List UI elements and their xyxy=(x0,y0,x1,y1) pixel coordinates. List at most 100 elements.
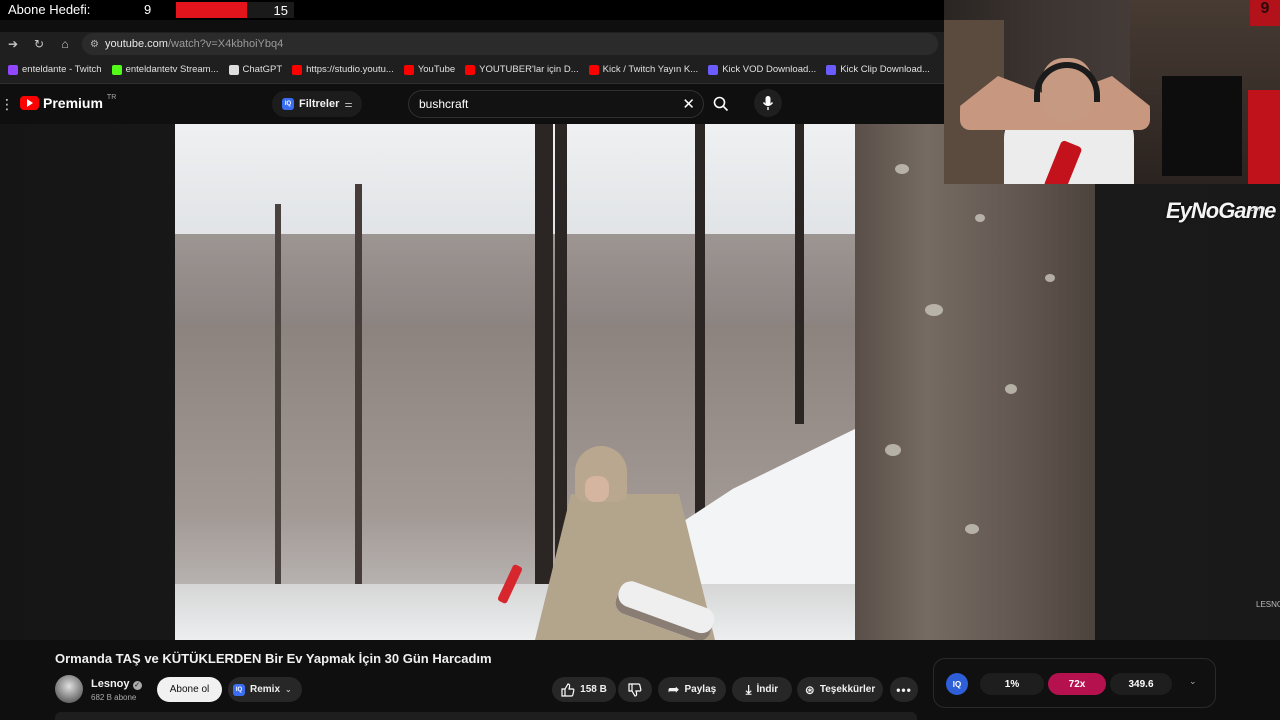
iq-percent[interactable]: 1% xyxy=(980,673,1044,695)
tree-trunk xyxy=(355,184,362,604)
cam-light xyxy=(1248,90,1280,184)
thanks-icon: ⊛ xyxy=(804,682,815,697)
url-host: youtube.com xyxy=(104,38,168,50)
description-box[interactable] xyxy=(55,712,917,720)
goal-label: Abone Hedefi: xyxy=(8,2,91,17)
reload-icon[interactable]: ↻ xyxy=(26,37,52,51)
watermark-suffix: .com xyxy=(1248,204,1266,213)
iq-multiplier[interactable]: 72x xyxy=(1048,673,1106,695)
thumbs-up-icon xyxy=(561,682,575,697)
bookmark-item[interactable]: YouTube xyxy=(403,64,456,75)
menu-icon[interactable]: ⋮ xyxy=(0,96,14,113)
bookmark-label: Kick / Twitch Yayın K... xyxy=(602,64,699,75)
person-face xyxy=(585,476,609,502)
bookmark-favicon-icon xyxy=(588,64,599,75)
clear-search-icon[interactable]: ✕ xyxy=(682,95,695,113)
voice-search-button[interactable] xyxy=(754,89,782,117)
bookmark-item[interactable]: ChatGPT xyxy=(228,64,283,75)
video-corner-logo: LESNOY xyxy=(1256,600,1280,609)
video-title: Ormanda TAŞ ve KÜTÜKLERDEN Bir Ev Yapmak… xyxy=(55,651,492,666)
thumbs-down-icon xyxy=(628,682,642,697)
subscribe-button[interactable]: Abone ol xyxy=(157,677,222,702)
bookmarks-bar: enteldante - Twitch enteldantetv Stream..… xyxy=(0,56,944,84)
bookmark-favicon-icon xyxy=(8,64,18,75)
bookmark-label: YOUTUBER'lar için D... xyxy=(479,64,579,75)
verified-icon: ✓ xyxy=(132,681,142,690)
bookmark-item[interactable]: Kick / Twitch Yayın K... xyxy=(588,64,699,75)
snow-ground xyxy=(175,584,865,640)
bookmark-label: ChatGPT xyxy=(242,64,283,75)
bookmark-label: Kick Clip Download... xyxy=(840,64,930,75)
share-label: Paylaş xyxy=(684,684,717,695)
bookmark-item[interactable]: YOUTUBER'lar için D... xyxy=(465,64,579,75)
channel-name-text: Lesnoy xyxy=(91,678,130,690)
bookmark-label: https://studio.youtu... xyxy=(306,64,394,75)
webcam-overlay: 9 xyxy=(944,0,1280,184)
bookmark-item[interactable]: enteldantetv Stream... xyxy=(111,64,219,75)
bookmark-label: Kick VOD Download... xyxy=(722,64,817,75)
lichen-spot xyxy=(925,304,943,316)
bookmark-item[interactable]: Kick Clip Download... xyxy=(826,64,930,75)
bookmark-item[interactable]: https://studio.youtu... xyxy=(292,64,394,75)
address-bar[interactable]: ⚙ youtube.com/watch?v=X4kbhoiYbq4 xyxy=(82,33,938,55)
lichen-spot xyxy=(975,214,985,222)
bookmark-favicon-icon xyxy=(708,64,719,75)
bookmark-label: enteldantetv Stream... xyxy=(125,64,219,75)
thanks-label: Teşekkürler xyxy=(819,684,876,695)
iq-badge-icon: IQ xyxy=(282,98,294,110)
bookmark-item[interactable]: Kick VOD Download... xyxy=(708,64,816,75)
youtube-premium-logo[interactable]: Premium TR xyxy=(20,93,117,111)
more-actions-button[interactable]: ••• xyxy=(890,677,918,702)
share-icon: ➦ xyxy=(667,681,680,697)
thanks-button[interactable]: ⊛ Teşekkürler xyxy=(797,677,883,702)
like-button[interactable]: 158 B xyxy=(552,677,616,702)
goal-progress-fill xyxy=(176,2,247,18)
tree-trunk xyxy=(275,204,281,604)
lichen-spot xyxy=(1005,384,1017,394)
filters-button[interactable]: IQ Filtreler ⚌ xyxy=(272,91,363,117)
bookmark-label: YouTube xyxy=(417,64,456,75)
headset xyxy=(1034,62,1100,102)
share-button[interactable]: ➦ Paylaş xyxy=(658,677,726,702)
remix-label: Remix xyxy=(250,684,281,695)
forward-icon[interactable]: ➔ xyxy=(0,37,26,51)
subscriber-goal-overlay: Abone Hedefi: 9 15 xyxy=(0,0,944,20)
chevron-down-icon: ⌄ xyxy=(285,685,292,694)
lichen-spot xyxy=(965,524,979,534)
bookmark-item[interactable]: enteldante - Twitch xyxy=(8,64,102,75)
download-button[interactable]: ⤓ İndir xyxy=(732,677,792,702)
iq-value[interactable]: 349.6 xyxy=(1110,673,1172,695)
iq-logo[interactable]: IQ xyxy=(946,673,968,695)
bookmark-favicon-icon xyxy=(826,64,837,75)
bookmark-favicon-icon xyxy=(228,64,239,75)
browser-address-row: ➔ ↻ ⌂ ⚙ youtube.com/watch?v=X4kbhoiYbq4 xyxy=(0,32,944,56)
screen: Abone Hedefi: 9 15 ➔ ↻ ⌂ ⚙ youtube.com/w… xyxy=(0,0,1280,720)
like-count: 158 B xyxy=(580,684,607,695)
lichen-spot xyxy=(1045,274,1055,282)
goal-progress-bar: 15 xyxy=(176,2,294,18)
site-info-icon[interactable]: ⚙ xyxy=(90,39,99,50)
goal-target: 15 xyxy=(273,3,288,18)
bookmark-favicon-icon xyxy=(465,64,476,75)
home-icon[interactable]: ⌂ xyxy=(52,37,78,51)
tree-trunk xyxy=(795,124,804,424)
video-player[interactable] xyxy=(175,124,1095,640)
url-path: /watch?v=X4kbhoiYbq4 xyxy=(167,38,284,50)
search-button[interactable] xyxy=(704,91,738,117)
iq-widget: IQ 1% 72x 349.6 ⌄ xyxy=(933,658,1216,708)
bookmark-label: enteldante - Twitch xyxy=(22,64,102,75)
logo-region: TR xyxy=(106,93,117,101)
bookmark-favicon-icon xyxy=(292,64,303,75)
iq-badge-icon: IQ xyxy=(233,683,245,696)
dislike-button[interactable] xyxy=(618,677,652,702)
download-label: İndir xyxy=(756,684,779,695)
remix-button[interactable]: IQ Remix ⌄ xyxy=(228,677,302,702)
search-input[interactable]: bushcraft ✕ xyxy=(408,90,704,118)
chevron-down-icon[interactable]: ⌄ xyxy=(1189,676,1197,687)
cam-monitor xyxy=(1162,76,1242,176)
channel-name[interactable]: Lesnoy ✓ xyxy=(91,678,142,690)
goal-current: 9 xyxy=(144,2,152,17)
search-value: bushcraft xyxy=(419,97,469,111)
channel-avatar[interactable] xyxy=(55,675,83,703)
foreground-tree xyxy=(855,124,1095,640)
